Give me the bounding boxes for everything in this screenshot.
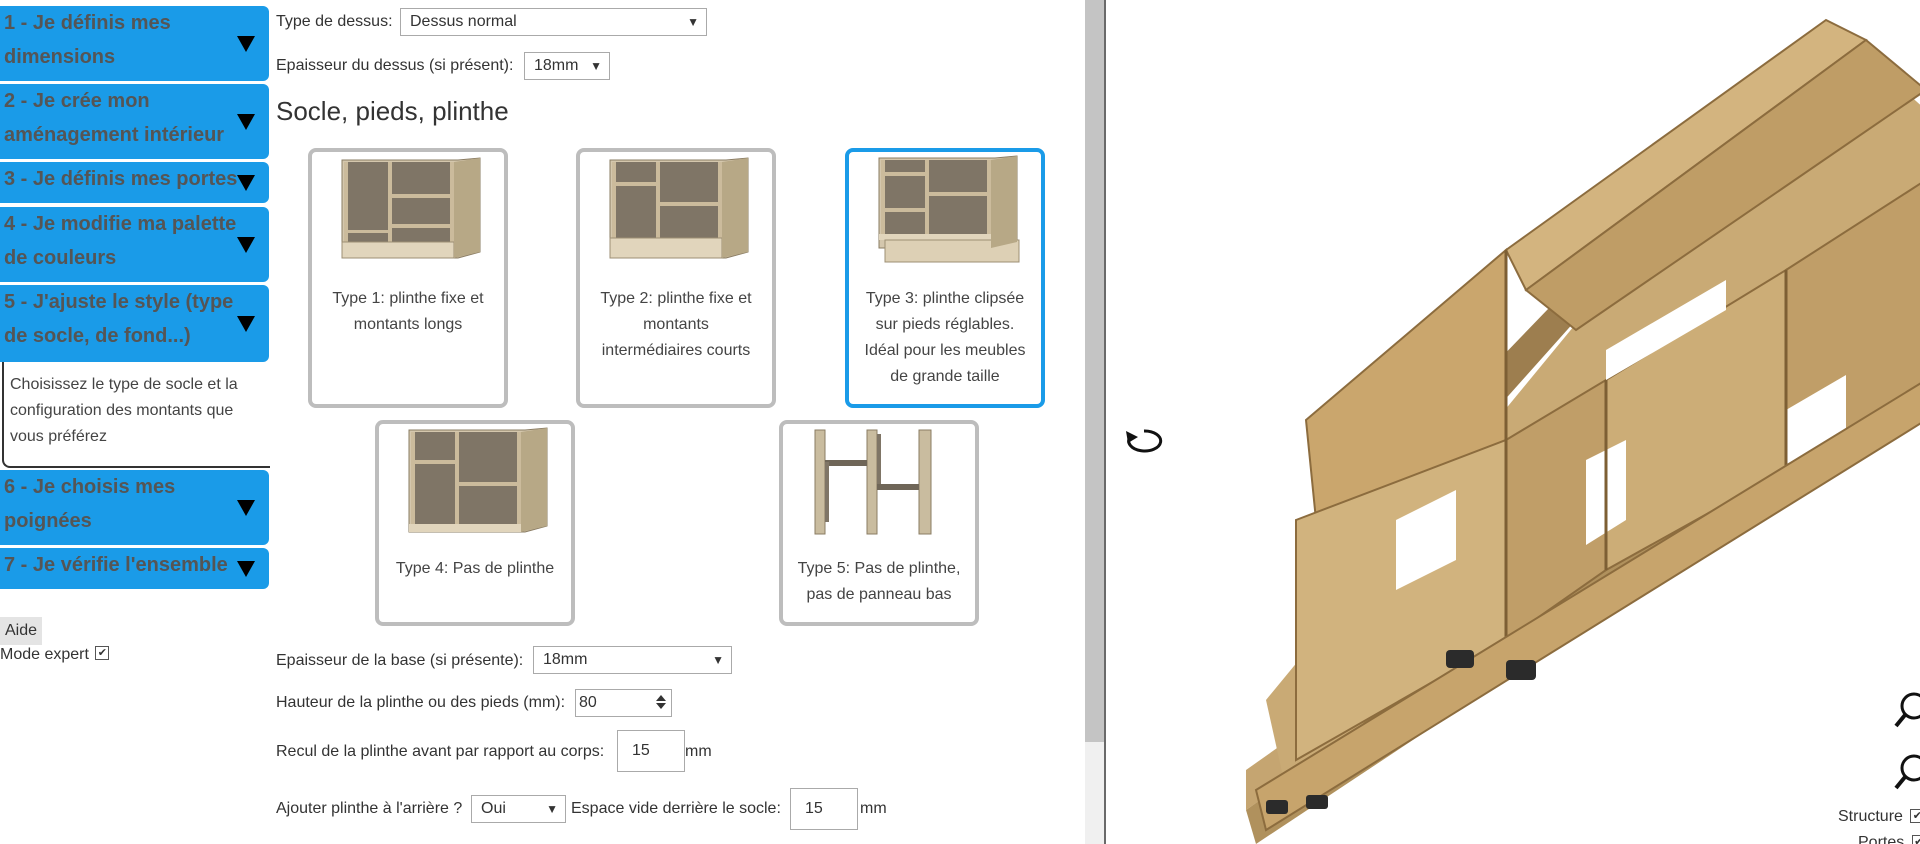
socle-type-3-card[interactable]: Type 3: plinthe clipsée sur pieds réglab… <box>845 148 1045 408</box>
mode-expert-label: Mode expert <box>0 646 89 663</box>
dropdown-arrow-icon: ▼ <box>687 15 699 29</box>
section-title: Socle, pieds, plinthe <box>276 96 509 126</box>
mode-expert-checkbox[interactable]: ✔ <box>95 646 110 660</box>
type-dessus-label: Type de dessus: <box>276 13 393 30</box>
cabinet-3d-render <box>1246 18 1920 844</box>
rotate-left-icon[interactable] <box>1122 425 1168 457</box>
epaisseur-base-label: Epaisseur de la base (si présente): <box>276 652 524 669</box>
socle-type-5-card[interactable]: Type 5: Pas de plinthe, pas de panneau b… <box>779 420 979 626</box>
socle-type-1-caption: Type 1: plinthe fixe et montants longs <box>332 290 484 333</box>
step-5-help-text: Choisissez le type de socle et la config… <box>10 376 238 445</box>
espace-vide-label: Espace vide derrière le socle: <box>571 800 781 817</box>
step-4-header[interactable]: 4 - Je modifie ma palette de couleurs <box>0 207 269 282</box>
socle-type-1-card[interactable]: Type 1: plinthe fixe et montants longs <box>308 148 508 408</box>
step-1-label: 1 - Je définis mes dimensions <box>4 12 171 68</box>
socle-type-2-card[interactable]: Type 2: plinthe fixe et montants intermé… <box>576 148 776 408</box>
type-dessus-value: Dessus normal <box>410 13 517 30</box>
form-scrollbar[interactable] <box>1085 0 1104 844</box>
epaisseur-dessus-value: 18mm <box>534 57 579 74</box>
espace-vide-unit: mm <box>860 800 887 817</box>
socle-type-4-caption: Type 4: Pas de plinthe <box>395 560 555 577</box>
portes-toggle: Portes ✔ <box>1858 834 1920 844</box>
step-7-header[interactable]: 7 - Je vérifie l'ensemble <box>0 548 269 589</box>
spinner-arrows-icon[interactable] <box>656 693 666 713</box>
step-3-header[interactable]: 3 - Je définis mes portes <box>0 162 269 203</box>
3d-viewer[interactable]: Structure ✔ Portes ✔ <box>1106 0 1920 844</box>
zoom-in-icon[interactable] <box>1894 690 1920 730</box>
hauteur-plinthe-value: 80 <box>579 694 597 711</box>
dropdown-arrow-icon: ▼ <box>590 59 602 73</box>
recul-label: Recul de la plinthe avant par rapport au… <box>276 743 605 760</box>
portes-checkbox[interactable]: ✔ <box>1911 835 1920 844</box>
portes-label: Portes <box>1858 834 1905 844</box>
hauteur-plinthe-input[interactable]: 80 <box>575 689 672 717</box>
chevron-down-icon <box>237 35 255 52</box>
step-2-label: 2 - Je crée mon aménagement intérieur <box>4 90 225 146</box>
structure-toggle: Structure ✔ <box>1838 808 1920 826</box>
chevron-down-icon <box>237 174 255 191</box>
type-dessus-select[interactable]: Dessus normal ▼ <box>400 8 707 36</box>
zoom-out-icon[interactable] <box>1894 752 1920 792</box>
steps-accordion: 1 - Je définis mes dimensions 2 - Je cré… <box>0 0 270 844</box>
socle-type-4-card[interactable]: Type 4: Pas de plinthe <box>375 420 575 626</box>
dropdown-arrow-icon: ▼ <box>712 653 724 667</box>
chevron-down-icon <box>237 560 255 577</box>
cabinet-type-3-image <box>878 155 1020 263</box>
espace-vide-input[interactable]: 15 <box>790 788 858 830</box>
step-1-header[interactable]: 1 - Je définis mes dimensions <box>0 6 269 81</box>
step-5-content: Choisissez le type de socle et la config… <box>2 362 270 468</box>
socle-type-3-caption: Type 3: plinthe clipsée sur pieds réglab… <box>864 290 1026 385</box>
step-7-label: 7 - Je vérifie l'ensemble <box>4 554 228 576</box>
epaisseur-dessus-label: Epaisseur du dessus (si présent): <box>276 57 514 74</box>
step-6-header[interactable]: 6 - Je choisis mes poignées <box>0 470 269 545</box>
step-3-label: 3 - Je définis mes portes <box>4 168 238 190</box>
chevron-down-icon <box>237 113 255 130</box>
structure-checkbox[interactable]: ✔ <box>1910 809 1920 823</box>
step-5-label: 5 - J'ajuste le style (type de socle, de… <box>4 291 234 347</box>
socle-type-5-caption: Type 5: Pas de plinthe, pas de panneau b… <box>797 560 961 603</box>
recul-unit: mm <box>685 743 712 760</box>
structure-label: Structure <box>1838 808 1903 825</box>
recul-input[interactable]: 15 <box>617 730 685 772</box>
cabinet-type-2-image <box>609 157 749 259</box>
chevron-down-icon <box>237 236 255 253</box>
epaisseur-base-value: 18mm <box>543 651 588 668</box>
cabinet-type-4-image <box>408 427 548 533</box>
scrollbar-thumb[interactable] <box>1085 0 1104 742</box>
plinthe-arriere-label: Ajouter plinthe à l'arrière ? <box>276 800 463 817</box>
plinthe-arriere-select[interactable]: Oui ▼ <box>471 795 566 823</box>
step-2-header[interactable]: 2 - Je crée mon aménagement intérieur <box>0 84 269 159</box>
recul-value: 15 <box>632 742 650 759</box>
socle-type-2-caption: Type 2: plinthe fixe et montants intermé… <box>600 290 752 359</box>
aide-button[interactable]: Aide <box>0 617 42 645</box>
chevron-down-icon <box>237 315 255 332</box>
espace-vide-value: 15 <box>805 800 823 817</box>
cabinet-type-1-image <box>341 157 481 259</box>
dropdown-arrow-icon: ▼ <box>546 802 558 816</box>
mode-expert-toggle: Mode expert ✔ <box>0 646 110 664</box>
step-4-label: 4 - Je modifie ma palette de couleurs <box>4 213 237 269</box>
hauteur-plinthe-label: Hauteur de la plinthe ou des pieds (mm): <box>276 694 566 711</box>
plinthe-arriere-value: Oui <box>481 800 506 817</box>
cabinet-type-5-image <box>814 429 932 535</box>
chevron-down-icon <box>237 499 255 516</box>
step-5-header[interactable]: 5 - J'ajuste le style (type de socle, de… <box>0 285 269 362</box>
step-6-label: 6 - Je choisis mes poignées <box>4 476 176 532</box>
epaisseur-base-select[interactable]: 18mm ▼ <box>533 646 732 674</box>
epaisseur-dessus-select[interactable]: 18mm ▼ <box>524 52 610 80</box>
